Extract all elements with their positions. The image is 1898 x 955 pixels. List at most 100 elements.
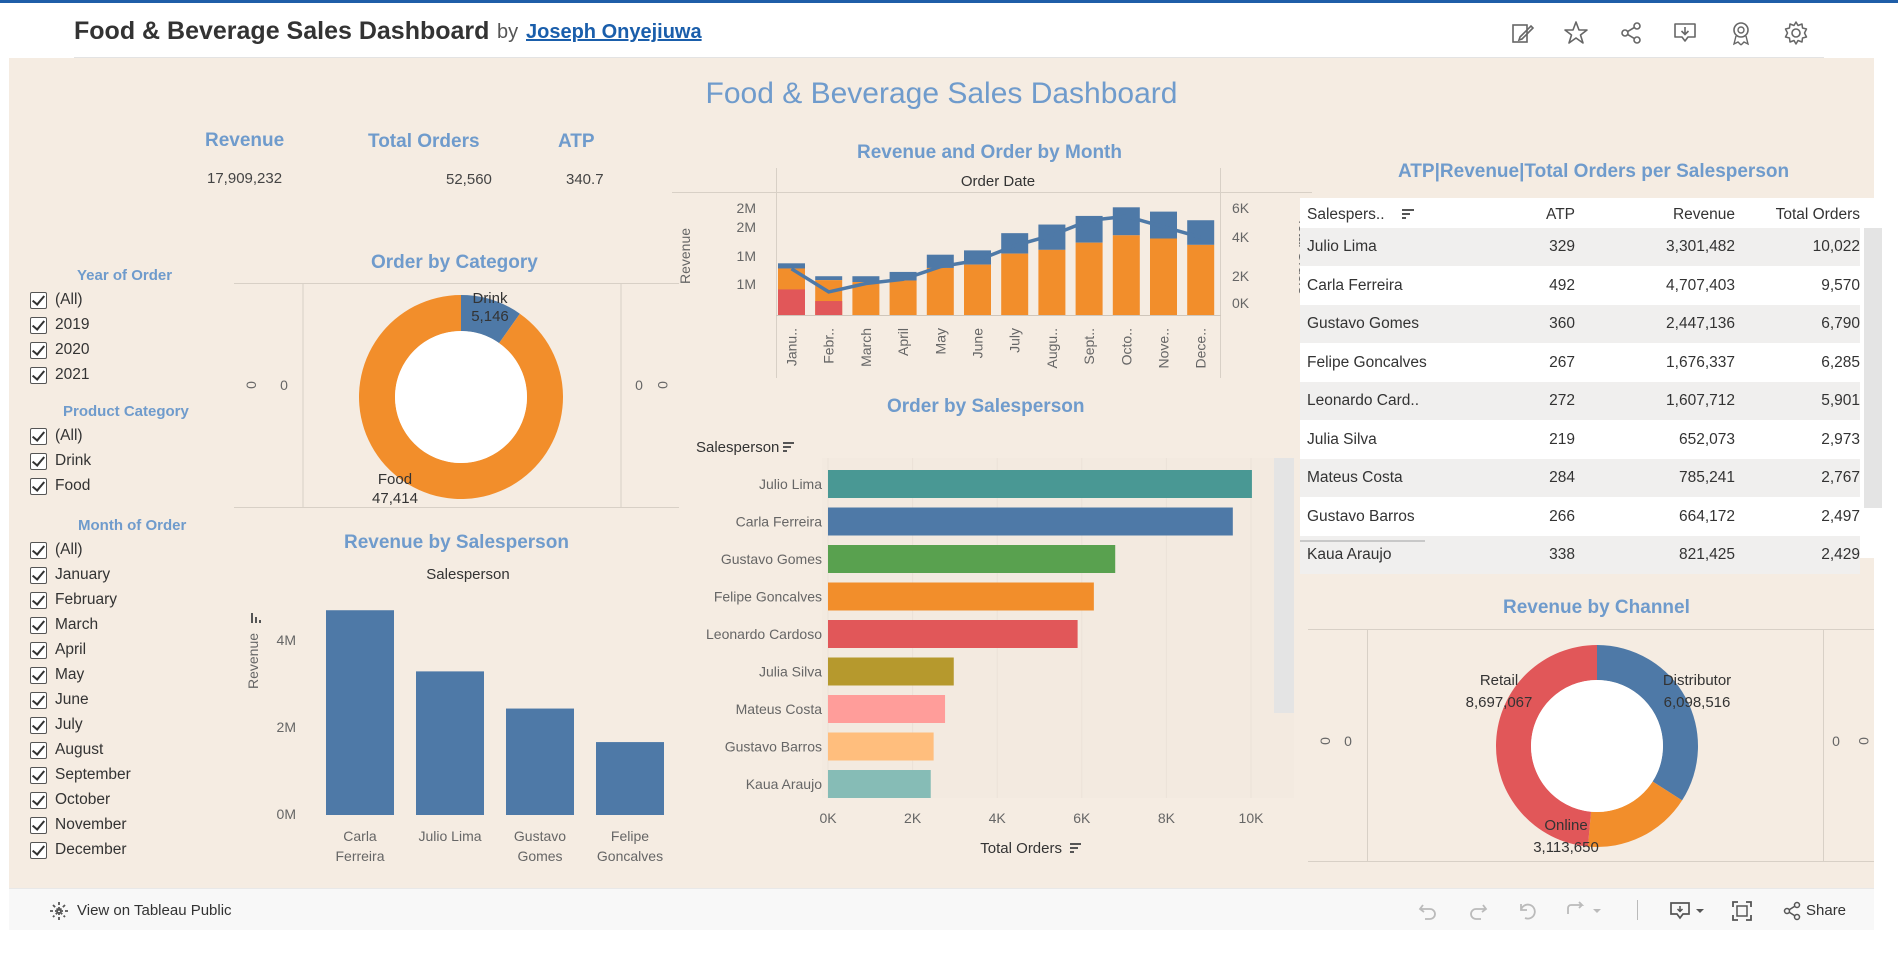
month-bar-blue xyxy=(815,276,843,281)
month-option[interactable]: August xyxy=(30,739,103,761)
redo-icon[interactable] xyxy=(1467,900,1489,922)
checkbox-checked-icon[interactable] xyxy=(30,616,47,634)
dashboard-title: Food & Beverage Sales Dashboard xyxy=(705,77,1178,110)
checkbox-checked-icon[interactable] xyxy=(30,641,47,659)
year-option[interactable]: 2021 xyxy=(30,364,89,386)
channel-zero-left-axis: 0 xyxy=(1317,737,1333,745)
tableau-logo-icon[interactable] xyxy=(49,901,69,921)
category-zero-left: 0 xyxy=(280,377,288,393)
salesperson-cell: Gustavo Barros xyxy=(1307,507,1415,525)
table-row[interactable]: Felipe Goncalves 267 1,676,337 6,285 xyxy=(1300,343,1860,382)
distributor-label: Distributor xyxy=(1663,672,1731,689)
sort-desc-icon xyxy=(1070,843,1081,853)
refresh-dropdown-icon[interactable] xyxy=(1565,900,1605,922)
checkbox-checked-icon[interactable] xyxy=(30,741,47,759)
month-option-label: May xyxy=(55,666,85,683)
download-icon[interactable] xyxy=(1671,19,1699,47)
table-row[interactable]: Julio Lima 329 3,301,482 10,022 xyxy=(1300,228,1860,266)
checkbox-checked-icon[interactable] xyxy=(30,341,47,359)
checkbox-checked-icon[interactable] xyxy=(30,452,47,470)
category-option[interactable]: (All) xyxy=(30,425,83,447)
edit-icon[interactable] xyxy=(1508,19,1536,47)
month-option[interactable]: December xyxy=(30,839,127,861)
month-option[interactable]: January xyxy=(30,564,110,586)
month-option[interactable]: November xyxy=(30,814,127,836)
month-ylabel: Revenue xyxy=(677,228,693,284)
month-option[interactable]: (All) xyxy=(30,539,83,561)
checkbox-checked-icon[interactable] xyxy=(30,291,47,309)
year-option[interactable]: 2019 xyxy=(30,314,89,336)
month-option[interactable]: April xyxy=(30,639,86,661)
year-option[interactable]: 2020 xyxy=(30,339,89,361)
revert-icon[interactable] xyxy=(1517,900,1539,922)
year-option[interactable]: (All) xyxy=(30,289,83,311)
month-option-label: June xyxy=(55,691,89,708)
table-row[interactable]: Leonardo Card.. 272 1,607,712 5,901 xyxy=(1300,382,1860,420)
orders-cell: 2,973 xyxy=(1821,430,1860,448)
share-icon[interactable] xyxy=(1617,19,1645,47)
salesperson-cell: Carla Ferreira xyxy=(1307,276,1403,294)
table-row[interactable]: Mateus Costa 284 785,241 2,767 xyxy=(1300,459,1860,497)
month-option-label: January xyxy=(55,566,111,583)
share-button[interactable]: Share xyxy=(1806,902,1846,919)
checkbox-checked-icon[interactable] xyxy=(30,691,47,709)
month-bar-orange xyxy=(964,264,991,315)
month-label: Augu.. xyxy=(1044,328,1060,368)
month-y2tick: 0K xyxy=(1232,295,1250,311)
salesperson-cell: Mateus Costa xyxy=(1307,469,1403,486)
table-row[interactable]: Carla Ferreira 492 4,707,403 9,570 xyxy=(1300,266,1860,305)
table-scrollbar[interactable] xyxy=(1864,228,1882,508)
month-y2tick: 4K xyxy=(1232,229,1250,245)
col-atp[interactable]: ATP xyxy=(1540,206,1575,224)
revenue-bar-label: Carla xyxy=(343,828,377,844)
favorite-star-icon[interactable] xyxy=(1562,19,1590,47)
month-option[interactable]: February xyxy=(30,589,117,611)
month-label: May xyxy=(932,328,948,354)
month-option[interactable]: July xyxy=(30,714,83,736)
undo-icon[interactable] xyxy=(1417,900,1439,922)
checkbox-checked-icon[interactable] xyxy=(30,666,47,684)
order-by-category-title: Order by Category xyxy=(371,252,538,273)
table-row[interactable]: Gustavo Barros 266 664,172 2,497 xyxy=(1300,497,1860,536)
col-total-orders[interactable]: Total Orders xyxy=(1770,206,1860,224)
share-icon[interactable] xyxy=(1781,900,1803,922)
table-row[interactable]: Gustavo Gomes 360 2,447,136 6,790 xyxy=(1300,305,1860,343)
table-hscrollbar[interactable] xyxy=(1300,540,1425,542)
checkbox-checked-icon[interactable] xyxy=(30,591,47,609)
checkbox-checked-icon[interactable] xyxy=(30,791,47,809)
atp-cell: 360 xyxy=(1549,315,1575,332)
checkbox-checked-icon[interactable] xyxy=(30,716,47,734)
checkbox-checked-icon[interactable] xyxy=(30,541,47,559)
table-row[interactable]: Julia Silva 219 652,073 2,973 xyxy=(1300,420,1860,459)
checkbox-checked-icon[interactable] xyxy=(30,366,47,384)
author-link[interactable]: Joseph Onyejiuwa xyxy=(526,21,702,44)
month-option[interactable]: June xyxy=(30,689,89,711)
checkbox-checked-icon[interactable] xyxy=(30,427,47,445)
order-xtick: 4K xyxy=(989,810,1007,826)
month-option[interactable]: May xyxy=(30,664,84,686)
month-option[interactable]: September xyxy=(30,764,131,786)
settings-gear-icon[interactable] xyxy=(1782,19,1810,47)
checkbox-checked-icon[interactable] xyxy=(30,816,47,834)
month-option[interactable]: March xyxy=(30,614,98,636)
orders-cell: 6,285 xyxy=(1821,353,1860,371)
checkbox-checked-icon[interactable] xyxy=(30,766,47,784)
badge-icon[interactable] xyxy=(1727,19,1755,47)
checkbox-checked-icon[interactable] xyxy=(30,316,47,334)
distributor-value-label: 6,098,516 xyxy=(1664,694,1731,711)
month-label: July xyxy=(1007,328,1023,353)
category-option[interactable]: Food xyxy=(30,475,90,497)
fullscreen-icon[interactable] xyxy=(1731,900,1753,922)
month-option[interactable]: October xyxy=(30,789,110,811)
sort-desc-icon[interactable] xyxy=(1402,209,1416,221)
checkbox-checked-icon[interactable] xyxy=(30,841,47,859)
checkbox-checked-icon[interactable] xyxy=(30,477,47,495)
dashboard-canvas: Food & Beverage Sales Dashboard Revenue … xyxy=(9,58,1884,888)
month-label: March xyxy=(858,328,874,367)
checkbox-checked-icon[interactable] xyxy=(30,566,47,584)
col-revenue[interactable]: Revenue xyxy=(1630,206,1735,224)
category-option[interactable]: Drink xyxy=(30,450,91,472)
download-dropdown-icon[interactable] xyxy=(1669,900,1709,922)
view-on-tableau-link[interactable]: View on Tableau Public xyxy=(77,902,232,919)
col-salesperson[interactable]: Salespers.. xyxy=(1307,206,1385,224)
